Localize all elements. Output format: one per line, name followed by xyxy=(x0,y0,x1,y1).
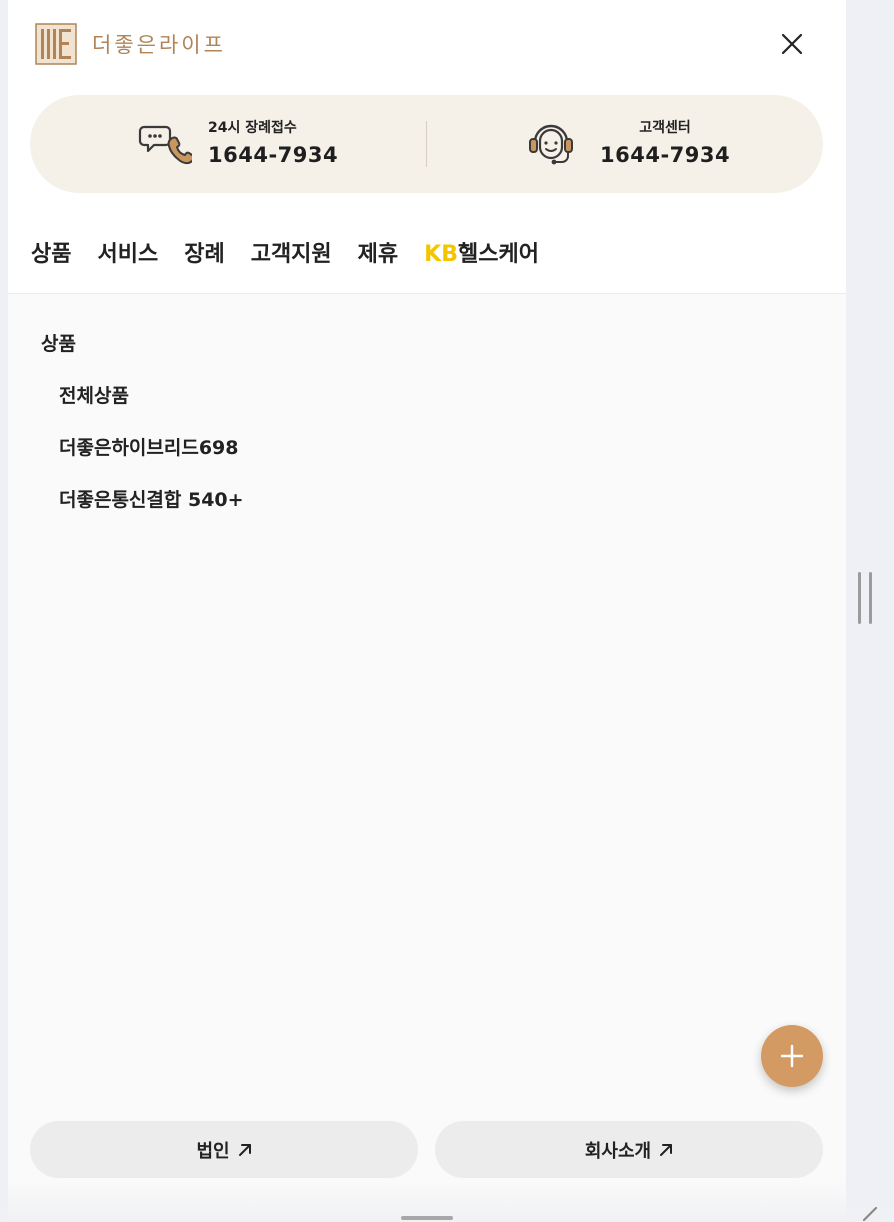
kb-label: KB xyxy=(424,242,458,267)
main-nav: 상품 서비스 장례 고객지원 제휴 KB헬스케어 xyxy=(31,238,565,272)
product-submenu: 상품 전체상품 더좋은하이브리드698 더좋은통신결합 540+ xyxy=(41,330,244,514)
corporate-button-label: 법인 xyxy=(196,1140,230,1162)
nav-item-partnership[interactable]: 제휴 xyxy=(358,238,398,272)
submenu-item-telecom-540[interactable]: 더좋은통신결합 540+ xyxy=(59,486,244,514)
brand-name: 더좋은라이프 xyxy=(92,33,226,57)
close-icon xyxy=(781,33,803,55)
corporate-button[interactable]: 법인 xyxy=(30,1121,418,1178)
corner-resize-icon[interactable] xyxy=(860,1204,882,1222)
plus-icon xyxy=(780,1044,804,1068)
contact-box: 24시 장례접수 1644-7934 고객센터 1644-7934 xyxy=(30,95,823,193)
nav-item-products[interactable]: 상품 xyxy=(31,238,71,272)
menu-panel: 더좋은라이프 24시 장례접수 1644-7934 고객센터 1644-7934… xyxy=(8,0,846,1222)
funeral-hotline-label: 24시 장례접수 xyxy=(208,120,297,136)
submenu-item-all-products[interactable]: 전체상품 xyxy=(59,382,244,410)
external-arrow-icon xyxy=(660,1143,673,1156)
nav-item-services[interactable]: 서비스 xyxy=(97,238,158,272)
funeral-hotline[interactable]: 24시 장례접수 1644-7934 xyxy=(138,95,338,193)
brand-logo[interactable]: 더좋은라이프 xyxy=(35,23,226,65)
nav-item-funeral[interactable]: 장례 xyxy=(184,238,224,272)
submenu-item-hybrid-698[interactable]: 더좋은하이브리드698 xyxy=(59,434,244,462)
nav-item-support[interactable]: 고객지원 xyxy=(251,238,332,272)
menu-header: 더좋은라이프 24시 장례접수 1644-7934 고객센터 1644-7934… xyxy=(8,0,846,294)
company-intro-button-label: 회사소개 xyxy=(584,1140,652,1162)
home-indicator[interactable] xyxy=(401,1216,453,1220)
brand-logo-icon xyxy=(35,23,77,65)
chat-phone-icon xyxy=(138,125,192,165)
customer-center-label: 고객센터 xyxy=(639,120,691,136)
nav-item-kb-healthcare[interactable]: KB헬스케어 xyxy=(424,238,539,272)
funeral-hotline-phone[interactable]: 1644-7934 xyxy=(208,141,338,169)
external-arrow-icon xyxy=(238,1143,251,1156)
contact-divider xyxy=(426,121,427,167)
headset-icon xyxy=(529,124,573,165)
customer-center[interactable]: 고객센터 1644-7934 xyxy=(524,95,730,193)
close-button[interactable] xyxy=(776,28,808,60)
submenu-title: 상품 xyxy=(41,333,76,355)
plus-fab-button[interactable] xyxy=(761,1025,823,1087)
healthcare-label: 헬스케어 xyxy=(457,242,539,267)
customer-center-phone[interactable]: 1644-7934 xyxy=(600,141,730,169)
company-intro-button[interactable]: 회사소개 xyxy=(435,1121,823,1178)
panel-resize-handle[interactable] xyxy=(858,572,872,624)
